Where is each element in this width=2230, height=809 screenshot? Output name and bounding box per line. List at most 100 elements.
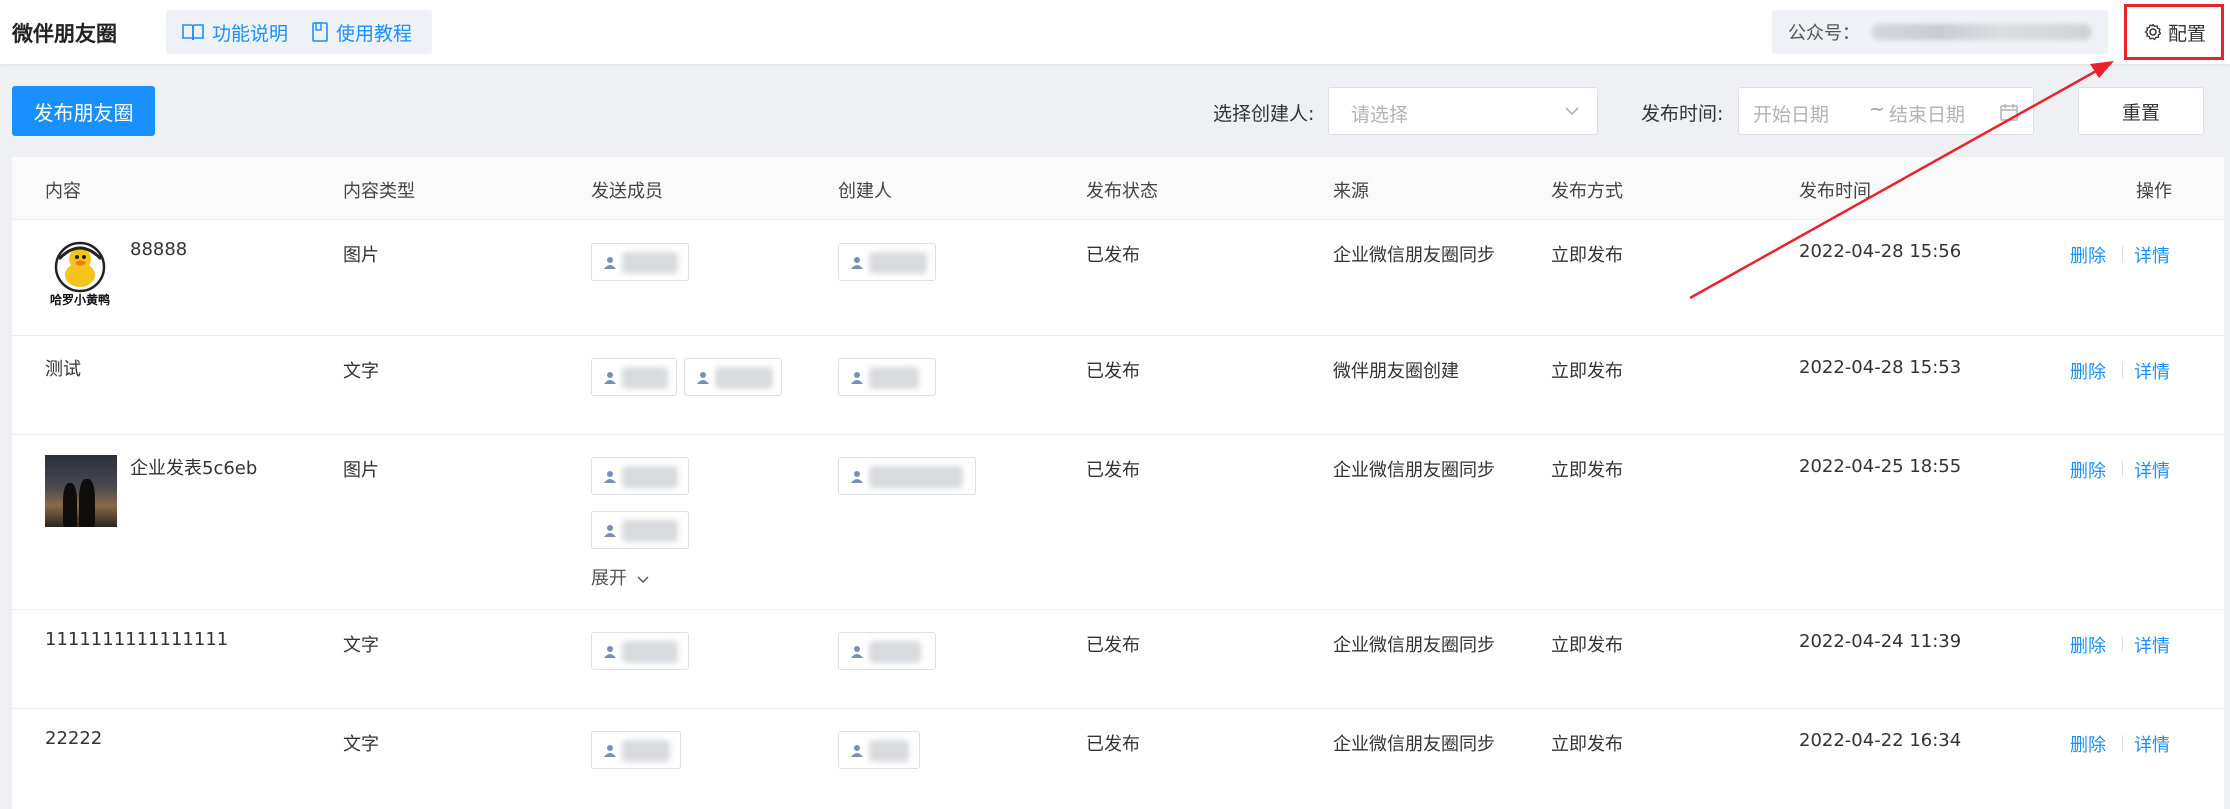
table-row: 测试 文字 已发布 微伴朋友圈创建 立即发布 2022-04-28 15:53 … (12, 335, 2224, 435)
action-divider (2122, 362, 2123, 378)
column-header: 发布方式 (1551, 181, 1623, 202)
creator-select[interactable]: 请选择 (1328, 87, 1598, 135)
top-header: 微伴朋友圈 功能说明 使用教程 公众号： 配置 (0, 0, 2230, 64)
source: 微伴朋友圈创建 (1333, 361, 1459, 382)
member-chip (591, 457, 689, 495)
moments-table: 内容 内容类型 发送成员 创建人 发布状态 来源 发布方式 发布时间 操作 哈罗… (12, 157, 2224, 809)
content-text: 企业发表5c6eb (130, 458, 258, 479)
chevron-down-icon (637, 576, 649, 583)
publish-status: 已发布 (1086, 245, 1140, 266)
publish-status: 已发布 (1086, 460, 1140, 481)
detail-link[interactable]: 详情 (2134, 242, 2170, 268)
user-icon (604, 471, 616, 483)
user-icon (851, 745, 863, 757)
member-chip (591, 511, 689, 549)
publish-method: 立即发布 (1551, 734, 1623, 755)
app-title: 微伴朋友圈 (12, 22, 117, 46)
table-row: 哈罗小黄鸭 88888 图片 已发布 企业微信朋友圈同步 立即发布 2022-0… (12, 219, 2224, 336)
column-header: 发布时间 (1799, 181, 1871, 202)
reset-button[interactable]: 重置 (2078, 87, 2204, 135)
publish-status: 已发布 (1086, 734, 1140, 755)
delete-link[interactable]: 删除 (2070, 457, 2106, 483)
config-button[interactable]: 配置 (2126, 6, 2224, 58)
source: 企业微信朋友圈同步 (1333, 460, 1495, 481)
user-icon (851, 646, 863, 658)
start-date-input[interactable]: 开始日期 (1753, 100, 1829, 127)
user-icon (604, 646, 616, 658)
silhouette-shape (63, 483, 77, 527)
delete-link[interactable]: 删除 (2070, 632, 2106, 658)
user-icon (604, 745, 616, 757)
feature-guide-link[interactable]: 功能说明 (182, 19, 288, 46)
source: 企业微信朋友圈同步 (1333, 635, 1495, 656)
member-name-redacted (622, 466, 678, 488)
tutorial-link[interactable]: 使用教程 (312, 19, 412, 46)
help-links-group: 功能说明 使用教程 (166, 10, 432, 54)
book-icon (182, 24, 204, 41)
creator-select-placeholder: 请选择 (1351, 104, 1409, 126)
content-text: 88888 (130, 239, 188, 260)
publish-moments-button[interactable]: 发布朋友圈 (12, 86, 155, 136)
member-chip (684, 358, 782, 396)
delete-link[interactable]: 删除 (2070, 242, 2106, 268)
delete-link[interactable]: 删除 (2070, 731, 2106, 757)
detail-link[interactable]: 详情 (2134, 731, 2170, 757)
user-icon (697, 372, 709, 384)
user-icon (851, 372, 863, 384)
expand-label: 展开 (591, 568, 627, 589)
member-name-redacted (715, 367, 773, 389)
delete-link[interactable]: 删除 (2070, 358, 2106, 384)
column-header: 内容 (45, 181, 81, 202)
account-selector[interactable]: 公众号： (1772, 10, 2108, 54)
action-divider (2122, 735, 2123, 751)
action-divider (2122, 636, 2123, 652)
action-divider (2122, 461, 2123, 477)
date-range-picker[interactable]: 开始日期 ~ 结束日期 (1738, 87, 2034, 135)
content-type: 图片 (343, 460, 379, 481)
content-text: 22222 (45, 728, 103, 749)
account-name-redacted (1872, 24, 2092, 40)
content-type: 文字 (343, 734, 379, 755)
creator-name-redacted (869, 367, 919, 389)
source: 企业微信朋友圈同步 (1333, 734, 1495, 755)
silhouette-shape (79, 479, 95, 527)
gear-icon (2144, 23, 2162, 41)
end-date-input[interactable]: 结束日期 (1889, 100, 1965, 127)
publish-status: 已发布 (1086, 361, 1140, 382)
member-chip (591, 731, 681, 769)
creator-name-redacted (869, 740, 909, 762)
document-icon (312, 22, 328, 42)
column-header: 发送成员 (591, 181, 663, 202)
member-chip (591, 358, 677, 396)
content-text: 测试 (45, 359, 81, 380)
column-header: 发布状态 (1086, 181, 1158, 202)
config-label: 配置 (2167, 22, 2206, 45)
publish-time: 2022-04-22 16:34 (1799, 730, 1962, 751)
duck-logo-thumbnail[interactable]: 哈罗小黄鸭 (45, 239, 115, 311)
publish-time-label: 发布时间: (1641, 103, 1724, 125)
member-name-redacted (622, 641, 678, 663)
user-icon (851, 257, 863, 269)
content-type: 图片 (343, 245, 379, 266)
creator-name-redacted (869, 252, 927, 274)
publish-time: 2022-04-24 11:39 (1799, 631, 1962, 652)
creator-name-redacted (869, 641, 921, 663)
tutorial-label: 使用教程 (336, 22, 413, 45)
creator-chip (838, 457, 976, 495)
detail-link[interactable]: 详情 (2134, 632, 2170, 658)
expand-members-link[interactable]: 展开 (591, 564, 649, 590)
content-type: 文字 (343, 635, 379, 656)
creator-chip (838, 632, 936, 670)
detail-link[interactable]: 详情 (2134, 358, 2170, 384)
table-row: 企业发表5c6eb 图片 展开 已发布 企业微信朋友圈同步 立即发布 2022-… (12, 434, 2224, 610)
source: 企业微信朋友圈同步 (1333, 245, 1495, 266)
feature-guide-label: 功能说明 (212, 22, 289, 45)
publish-method: 立即发布 (1551, 460, 1623, 481)
member-chip (591, 243, 689, 281)
content-type: 文字 (343, 361, 379, 382)
detail-link[interactable]: 详情 (2134, 457, 2170, 483)
account-label: 公众号： (1788, 23, 1860, 44)
photo-thumbnail[interactable] (45, 455, 117, 527)
chevron-down-icon (1565, 107, 1579, 116)
member-name-redacted (622, 252, 678, 274)
